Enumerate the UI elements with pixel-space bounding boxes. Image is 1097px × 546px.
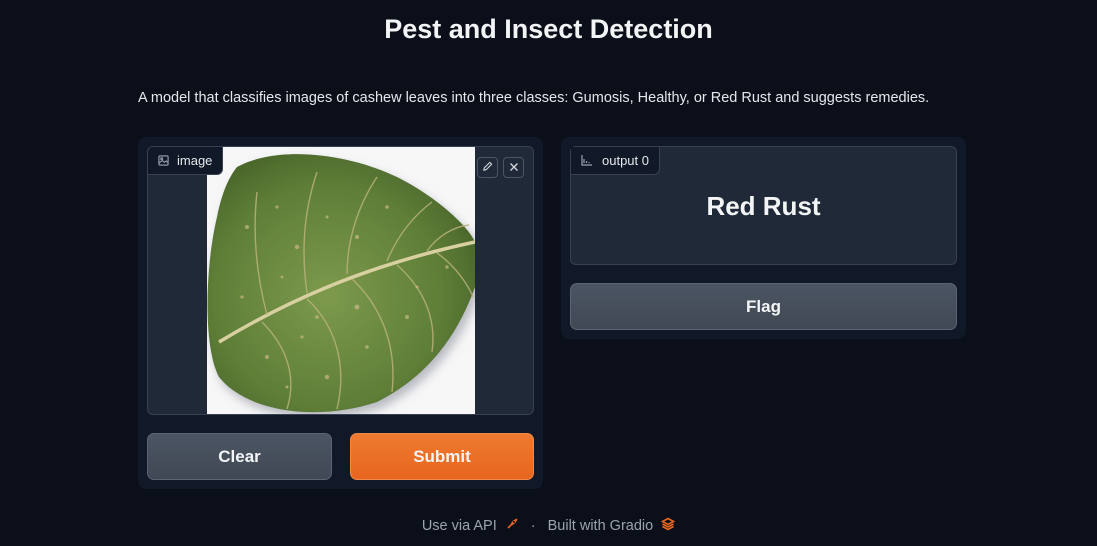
submit-button[interactable]: Submit (350, 433, 534, 480)
flag-button[interactable]: Flag (570, 283, 957, 330)
image-block-label: image (148, 147, 224, 175)
built-with-gradio-link[interactable]: Built with Gradio (548, 517, 676, 535)
use-via-api-link[interactable]: Use via API (422, 517, 519, 535)
footer-separator: · (530, 518, 536, 534)
pencil-icon (482, 159, 493, 177)
output-label-text: output 0 (602, 153, 649, 168)
clear-button[interactable]: Clear (147, 433, 332, 480)
prediction-label: Red Rust (706, 191, 821, 221)
built-with-gradio-text: Built with Gradio (547, 518, 654, 534)
image-label-text: image (177, 153, 213, 168)
page-title: Pest and Insect Detection (384, 14, 713, 44)
use-via-api-text: Use via API (421, 518, 497, 534)
page-description: A model that classifies images of cashew… (138, 90, 930, 106)
rocket-icon (505, 517, 519, 535)
output-block-label: output 0 (571, 147, 660, 175)
edit-image-button[interactable] (477, 157, 498, 178)
remove-image-button[interactable] (503, 157, 524, 178)
image-upload-area[interactable]: image (147, 146, 534, 415)
footer: Use via API · Built with Gradio (0, 517, 1097, 535)
close-icon (509, 159, 519, 177)
image-icon (158, 155, 169, 166)
output-panel: output 0 Red Rust Flag (561, 137, 966, 339)
bar-chart-icon (581, 155, 593, 166)
uploaded-leaf-image (207, 147, 476, 414)
output-label-box: output 0 Red Rust (570, 146, 957, 265)
gradio-logo-icon (661, 517, 676, 535)
input-panel: image Clear Submit (138, 137, 543, 489)
